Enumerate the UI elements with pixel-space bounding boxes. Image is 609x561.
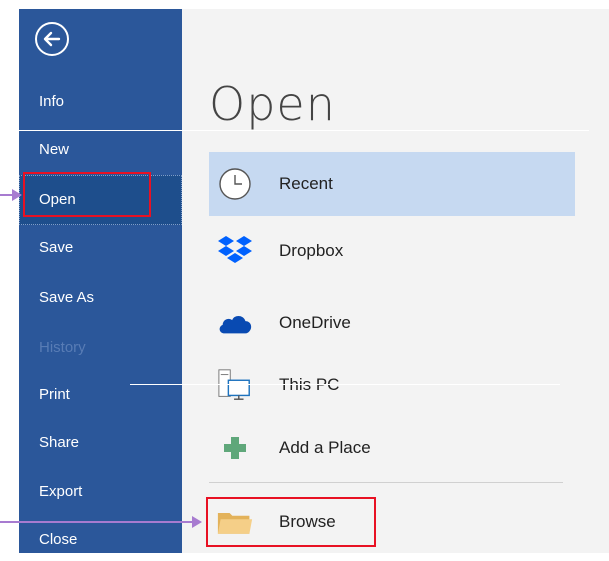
divider-line <box>19 130 589 131</box>
computer-icon <box>217 367 253 403</box>
place-recent[interactable]: Recent <box>209 152 575 216</box>
divider <box>209 482 563 483</box>
clock-icon <box>217 166 253 202</box>
sidebar-item-label: Info <box>39 93 65 110</box>
back-button[interactable] <box>35 22 69 56</box>
arrow-head-icon <box>12 189 22 201</box>
sidebar-item-label: Print <box>39 386 70 403</box>
place-label: OneDrive <box>279 313 351 332</box>
sidebar-item-new[interactable]: New <box>19 129 182 171</box>
place-dropbox[interactable]: Dropbox <box>209 219 575 283</box>
sidebar-item-history: History <box>19 327 182 369</box>
sidebar-item-label: Save As <box>39 289 95 306</box>
place-label: Dropbox <box>279 241 344 260</box>
plus-icon <box>217 430 253 466</box>
sidebar-item-label: Export <box>39 483 83 500</box>
backstage-sidebar: Info New Open Save Save As History Print… <box>19 9 182 553</box>
annotation-arrow-browse <box>0 521 192 523</box>
sidebar-item-info[interactable]: Info <box>19 81 182 123</box>
sidebar-item-label: History <box>39 339 86 356</box>
sidebar-item-save-as[interactable]: Save As <box>19 277 182 319</box>
sidebar-item-share[interactable]: Share <box>19 422 182 464</box>
sidebar-item-label: Share <box>39 434 80 451</box>
place-label: This PC <box>279 375 340 394</box>
place-this-pc[interactable]: This PC <box>209 353 575 417</box>
sidebar-item-label: Close <box>39 531 78 548</box>
divider-line <box>130 384 560 385</box>
place-add-a-place[interactable]: Add a Place <box>209 416 575 480</box>
page-title: Open <box>209 77 336 131</box>
sidebar-item-export[interactable]: Export <box>19 471 182 513</box>
sidebar-item-close[interactable]: Close <box>19 519 182 561</box>
place-label: Add a Place <box>279 438 371 457</box>
highlight-box-browse <box>206 497 376 547</box>
cloud-icon <box>217 305 253 341</box>
arrow-head-icon <box>192 516 202 528</box>
sidebar-item-save[interactable]: Save <box>19 227 182 269</box>
sidebar-item-print[interactable]: Print <box>19 374 182 416</box>
back-arrow-icon <box>43 31 61 47</box>
highlight-box-open <box>23 172 151 217</box>
sidebar-item-label: New <box>39 141 70 158</box>
place-label: Recent <box>279 174 333 193</box>
sidebar-item-label: Save <box>39 239 74 256</box>
place-onedrive[interactable]: OneDrive <box>209 291 575 355</box>
dropbox-icon <box>217 233 253 269</box>
